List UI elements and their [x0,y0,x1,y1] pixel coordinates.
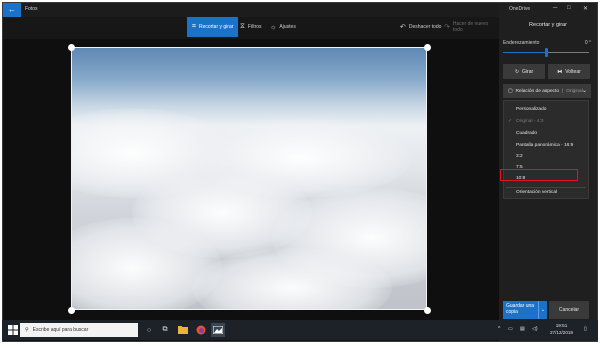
clock-date: 27/12/2019 [550,330,573,335]
straighten-value: 0 ° [584,40,591,46]
rotate-icon: ↻ [514,68,520,75]
rotate-button[interactable]: ↻ Girar [503,64,545,79]
menu-item-personalizado[interactable]: Personalizado [516,107,546,112]
crop-icon: ⌗ [192,23,196,30]
task-view-icon[interactable]: ⧉ [158,323,172,337]
battery-icon[interactable]: ▭ [508,326,513,332]
network-icon[interactable]: ▤ [520,326,525,332]
back-button[interactable]: ← [3,3,21,17]
crop-handle-bottom-right[interactable] [424,307,431,314]
aspect-ratio-icon: ▢ [508,88,513,94]
notifications-icon[interactable]: ▯ [584,326,587,332]
chevron-down-icon[interactable]: ⌄ [538,301,547,319]
crop-handle-top-left[interactable] [68,44,75,51]
crop-rotate-label: Recortar y girar [198,24,234,30]
maximize-icon[interactable]: □ [567,5,571,11]
filters-label: Filtros [247,24,262,30]
chevron-down-icon: ⌄ [581,88,587,94]
redo-all-button[interactable]: ↷ Hacer de nuevo todo [439,17,499,37]
save-copy-button[interactable]: Guardar una copia ⌄ [503,301,547,319]
aspect-ratio-current: Original [566,88,583,94]
panel-title: Recortar y girar [529,22,567,28]
adjust-label: Ajustes [279,24,296,30]
undo-icon: ↶ [400,24,406,31]
redo-all-label: Hacer de nuevo todo [452,21,489,33]
flip-label: Voltear [565,68,581,75]
photos-app-icon[interactable] [211,323,225,337]
menu-item-3-2[interactable]: 3:2 [516,154,523,159]
onedrive-label[interactable]: OneDrive [509,6,530,12]
adjust-icon: ☼ [270,23,277,31]
search-placeholder: Escribe aquí para buscar [32,327,89,333]
straighten-slider-thumb[interactable] [545,48,548,57]
title-bar: ← Fotos [3,3,499,17]
windows-start-icon[interactable] [8,325,18,335]
photo[interactable] [71,47,427,310]
cortana-icon[interactable]: ○ [142,323,156,337]
straighten-slider-fill [503,52,547,53]
filters-icon: ⧖ [240,23,245,30]
clock-time: 19:51 [555,323,568,328]
highlight-box [500,169,578,181]
straighten-label: Enderezamiento [503,40,540,46]
redo-icon: ↷ [444,24,450,31]
editor-toolbar: ⌗ Recortar y girar ⧖ Filtros ☼ Ajustes ↶… [3,17,499,39]
undo-all-label: Deshacer todo [408,24,442,30]
screen: ← Fotos ⌗ Recortar y girar ⧖ Filtros ☼ A… [0,0,600,356]
aspect-ratio-separator: | [562,88,564,94]
menu-item-panoramica[interactable]: Pantalla panorámica - 16:9 [516,143,573,148]
menu-item-orientation[interactable]: Orientación vertical [516,190,557,195]
save-copy-label: Guardar una copia [506,303,535,315]
rotate-label: Girar [522,68,534,75]
volume-icon[interactable]: ◁) [532,326,538,332]
chevron-up-icon[interactable]: ^ [498,326,500,332]
crop-rotate-tab[interactable]: ⌗ Recortar y girar [187,17,239,37]
crop-handle-top-right[interactable] [424,44,431,51]
menu-item-original: Original - 4:3 [516,119,544,124]
file-explorer-icon[interactable] [176,323,190,337]
taskbar-search[interactable]: ⚲ Escribe aquí para buscar [20,323,138,337]
search-icon: ⚲ [25,327,29,333]
menu-item-cuadrado[interactable]: Cuadrado [516,131,537,136]
menu-divider [506,187,586,188]
check-icon: ✓ [508,118,513,124]
minimize-icon[interactable]: ─ [553,5,557,11]
photos-window: ← Fotos ⌗ Recortar y girar ⧖ Filtros ☼ A… [2,2,598,342]
cancel-button[interactable]: Cancelar [549,301,589,319]
crop-handle-bottom-left[interactable] [68,307,75,314]
flip-icon: ⧓ [557,68,563,75]
adjust-tab[interactable]: ☼ Ajustes [265,17,301,37]
filters-tab[interactable]: ⧖ Filtros [235,17,267,37]
taskbar-clock[interactable]: 19:51 27/12/2019 [550,322,573,336]
aspect-ratio-button[interactable]: ▢ Relación de aspecto | Original ⌄ [503,84,591,98]
crop-panel: OneDrive ─ □ ✕ Recortar y girar Endereza… [499,3,597,341]
taskbar: ⚲ Escribe aquí para buscar ○ ⧉ ^ ▭ ▤ ◁) … [2,320,598,340]
app-title: Fotos [25,6,38,12]
aspect-ratio-label: Relación de aspecto [515,88,560,94]
photo-canvas [3,39,499,339]
aspect-ratio-menu: Personalizado ✓ Original - 4:3 Cuadrado … [500,100,589,199]
flip-button[interactable]: ⧓ Voltear [548,64,590,79]
firefox-icon[interactable] [194,323,208,337]
close-icon[interactable]: ✕ [583,5,588,12]
